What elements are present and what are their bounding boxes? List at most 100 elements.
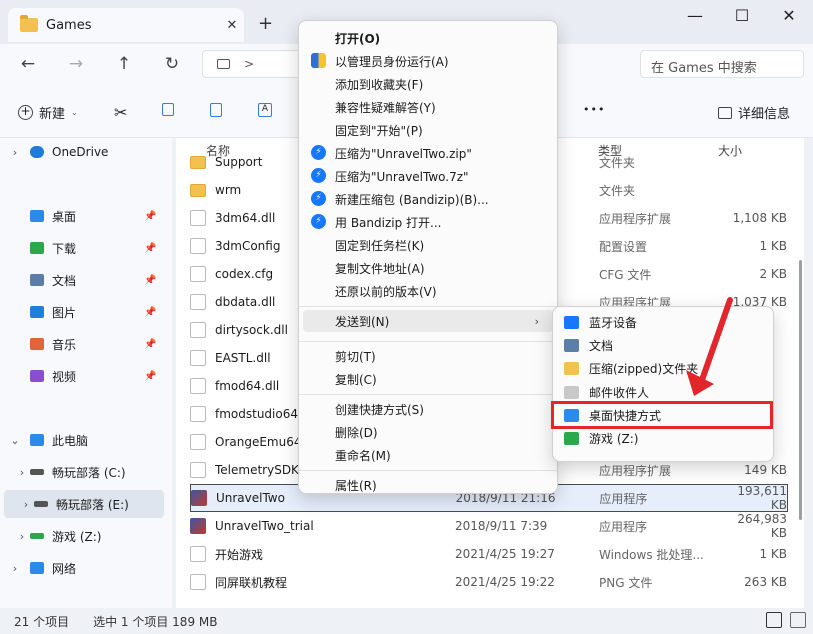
sidebar-item-quick[interactable]: 音乐 📌: [0, 330, 160, 358]
sidebar-item-quick[interactable]: 下载 📌: [0, 234, 160, 262]
menu-item[interactable]: 还原以前的版本(V): [299, 280, 557, 302]
menu-item[interactable]: ⚡ 压缩为"UnravelTwo.7z": [299, 165, 557, 187]
network-icon: [30, 562, 44, 574]
rename-button[interactable]: A: [258, 103, 272, 117]
more-options-button[interactable]: •••: [583, 103, 605, 116]
sidebar-item-drive[interactable]: › 游戏 (Z:): [0, 522, 160, 550]
sidebar-item-label: 桌面: [52, 209, 77, 224]
context-menu: 打开(O) 以管理员身份运行(A) 添加到收藏夹(F) 兼容性疑难解答(Y) 固定到"开…: [298, 20, 558, 494]
file-icon: [190, 210, 206, 226]
file-name: 开始游戏: [215, 547, 264, 562]
details-view-icon[interactable]: [766, 612, 782, 628]
sidebar-item-network[interactable]: › 网络: [0, 554, 160, 582]
menu-item[interactable]: ⚡ 用 Bandizip 打开...: [299, 211, 557, 233]
item-count: 21 个项目: [14, 614, 70, 629]
menu-item[interactable]: 兼容性疑难解答(Y): [299, 96, 557, 118]
pin-icon: 📌: [144, 338, 157, 350]
cut-button[interactable]: ✂: [114, 103, 127, 122]
file-icon: [190, 238, 206, 254]
menu-item[interactable]: 复制(C): [299, 368, 557, 390]
submenu-item[interactable]: 压缩(zipped)文件夹: [553, 357, 773, 380]
menu-item[interactable]: 属性(R): [299, 474, 557, 496]
submenu-item[interactable]: 文档: [553, 334, 773, 357]
tab-games[interactable]: Games ✕: [8, 8, 244, 42]
pin-icon: 📌: [144, 274, 157, 286]
file-size: 1,108 KB: [732, 211, 787, 225]
menu-item[interactable]: 删除(D): [299, 421, 557, 443]
bandizip-icon: ⚡: [311, 191, 326, 206]
sidebar-item-onedrive[interactable]: › OneDrive: [0, 138, 160, 166]
search-input[interactable]: 在 Games 中搜索: [640, 50, 804, 78]
tab-close-button[interactable]: ✕: [220, 18, 244, 33]
sidebar-item-drive[interactable]: › 畅玩部落 (C:): [0, 458, 160, 486]
menu-item[interactable]: ⚡ 压缩为"UnravelTwo.zip": [299, 142, 557, 164]
scrollbar-thumb[interactable]: [799, 260, 802, 520]
menu-item[interactable]: 以管理员身份运行(A): [299, 50, 557, 72]
quick-access-icon: [30, 306, 44, 318]
file-size: 149 KB: [744, 463, 787, 477]
back-button[interactable]: ←: [16, 54, 40, 74]
menu-item[interactable]: 固定到"开始"(P): [299, 119, 557, 141]
file-icon: [190, 322, 206, 338]
close-window-button[interactable]: ✕: [774, 6, 804, 25]
send-to-icon: [564, 362, 579, 376]
status-bar: 21 个项目 选中 1 个项目 189 MB: [0, 608, 813, 634]
sidebar-item-this-pc[interactable]: ⌄ 此电脑: [0, 426, 160, 454]
file-icon: [190, 462, 206, 478]
sidebar-item-quick[interactable]: 视频 📌: [0, 362, 160, 390]
paste-button[interactable]: [210, 103, 222, 117]
refresh-button[interactable]: ↻: [160, 54, 184, 74]
file-type: 应用程序扩展: [599, 463, 672, 478]
file-size: 2 KB: [759, 267, 787, 281]
address-bar[interactable]: >: [202, 50, 302, 78]
tiles-view-icon[interactable]: [790, 612, 806, 628]
selection-info: 选中 1 个项目 189 MB: [93, 614, 218, 629]
file-icon: [190, 546, 206, 562]
menu-item[interactable]: ⚡ 新建压缩包 (Bandizip)(B)...: [299, 188, 557, 210]
menu-item-label: 创建快捷方式(S): [335, 402, 424, 417]
menu-item[interactable]: 剪切(T): [299, 345, 557, 367]
submenu-item[interactable]: 游戏 (Z:): [553, 427, 773, 450]
cloud-icon: [30, 146, 44, 158]
file-row[interactable]: 同屏联机教程 2021/4/25 19:22 PNG 文件 263 KB: [190, 568, 788, 596]
menu-item[interactable]: 创建快捷方式(S): [299, 398, 557, 420]
app-icon: [191, 490, 207, 506]
menu-item-label: 发送到(N): [335, 314, 390, 329]
menu-item[interactable]: 复制文件地址(A): [299, 257, 557, 279]
sidebar-item-quick[interactable]: 文档 📌: [0, 266, 160, 294]
app-icon: [190, 518, 206, 534]
menu-item-label: 复制(C): [335, 372, 377, 387]
maximize-button[interactable]: ☐: [727, 6, 757, 25]
new-tab-button[interactable]: +: [258, 13, 273, 34]
menu-item[interactable]: 添加到收藏夹(F): [299, 73, 557, 95]
quick-access-icon: [30, 242, 44, 254]
submenu-item-label: 游戏 (Z:): [589, 432, 639, 446]
menu-item[interactable]: 重命名(M): [299, 444, 557, 466]
menu-item[interactable]: 发送到(N) ›: [303, 310, 553, 332]
sidebar-item-quick[interactable]: 图片 📌: [0, 298, 160, 326]
menu-item[interactable]: 固定到任务栏(K): [299, 234, 557, 256]
menu-item-label: 复制文件地址(A): [335, 261, 425, 276]
chevron-right-icon: ›: [12, 561, 18, 575]
file-row[interactable]: UnravelTwo_trial 2018/9/11 7:39 应用程序 264,98…: [190, 512, 788, 540]
submenu-item-label: 蓝牙设备: [589, 316, 638, 330]
new-button[interactable]: + 新建 ⌄: [18, 103, 78, 122]
minimize-button[interactable]: —: [680, 6, 710, 25]
details-pane-button[interactable]: 详细信息: [718, 103, 790, 122]
menu-item[interactable]: 打开(O): [299, 27, 557, 49]
quick-access-icon: [30, 370, 44, 382]
sidebar-item-label: OneDrive: [52, 145, 109, 159]
menu-item-label: 以管理员身份运行(A): [335, 54, 449, 69]
forward-button[interactable]: →: [64, 54, 88, 74]
submenu-item[interactable]: 蓝牙设备: [553, 311, 773, 334]
menu-item-label: 重命名(M): [335, 448, 391, 463]
copy-icon: [162, 103, 174, 116]
send-to-icon: [564, 432, 579, 445]
file-row[interactable]: 开始游戏 2021/4/25 19:27 Windows 批处理... 1 KB: [190, 540, 788, 568]
copy-button[interactable]: [162, 103, 174, 116]
sidebar-item-quick[interactable]: 桌面 📌: [0, 202, 160, 230]
vertical-scrollbar[interactable]: [796, 160, 804, 600]
up-button[interactable]: ↑: [112, 54, 136, 74]
sidebar-item-label: 下载: [52, 241, 77, 256]
sidebar-item-drive[interactable]: › 畅玩部落 (E:): [4, 490, 164, 518]
